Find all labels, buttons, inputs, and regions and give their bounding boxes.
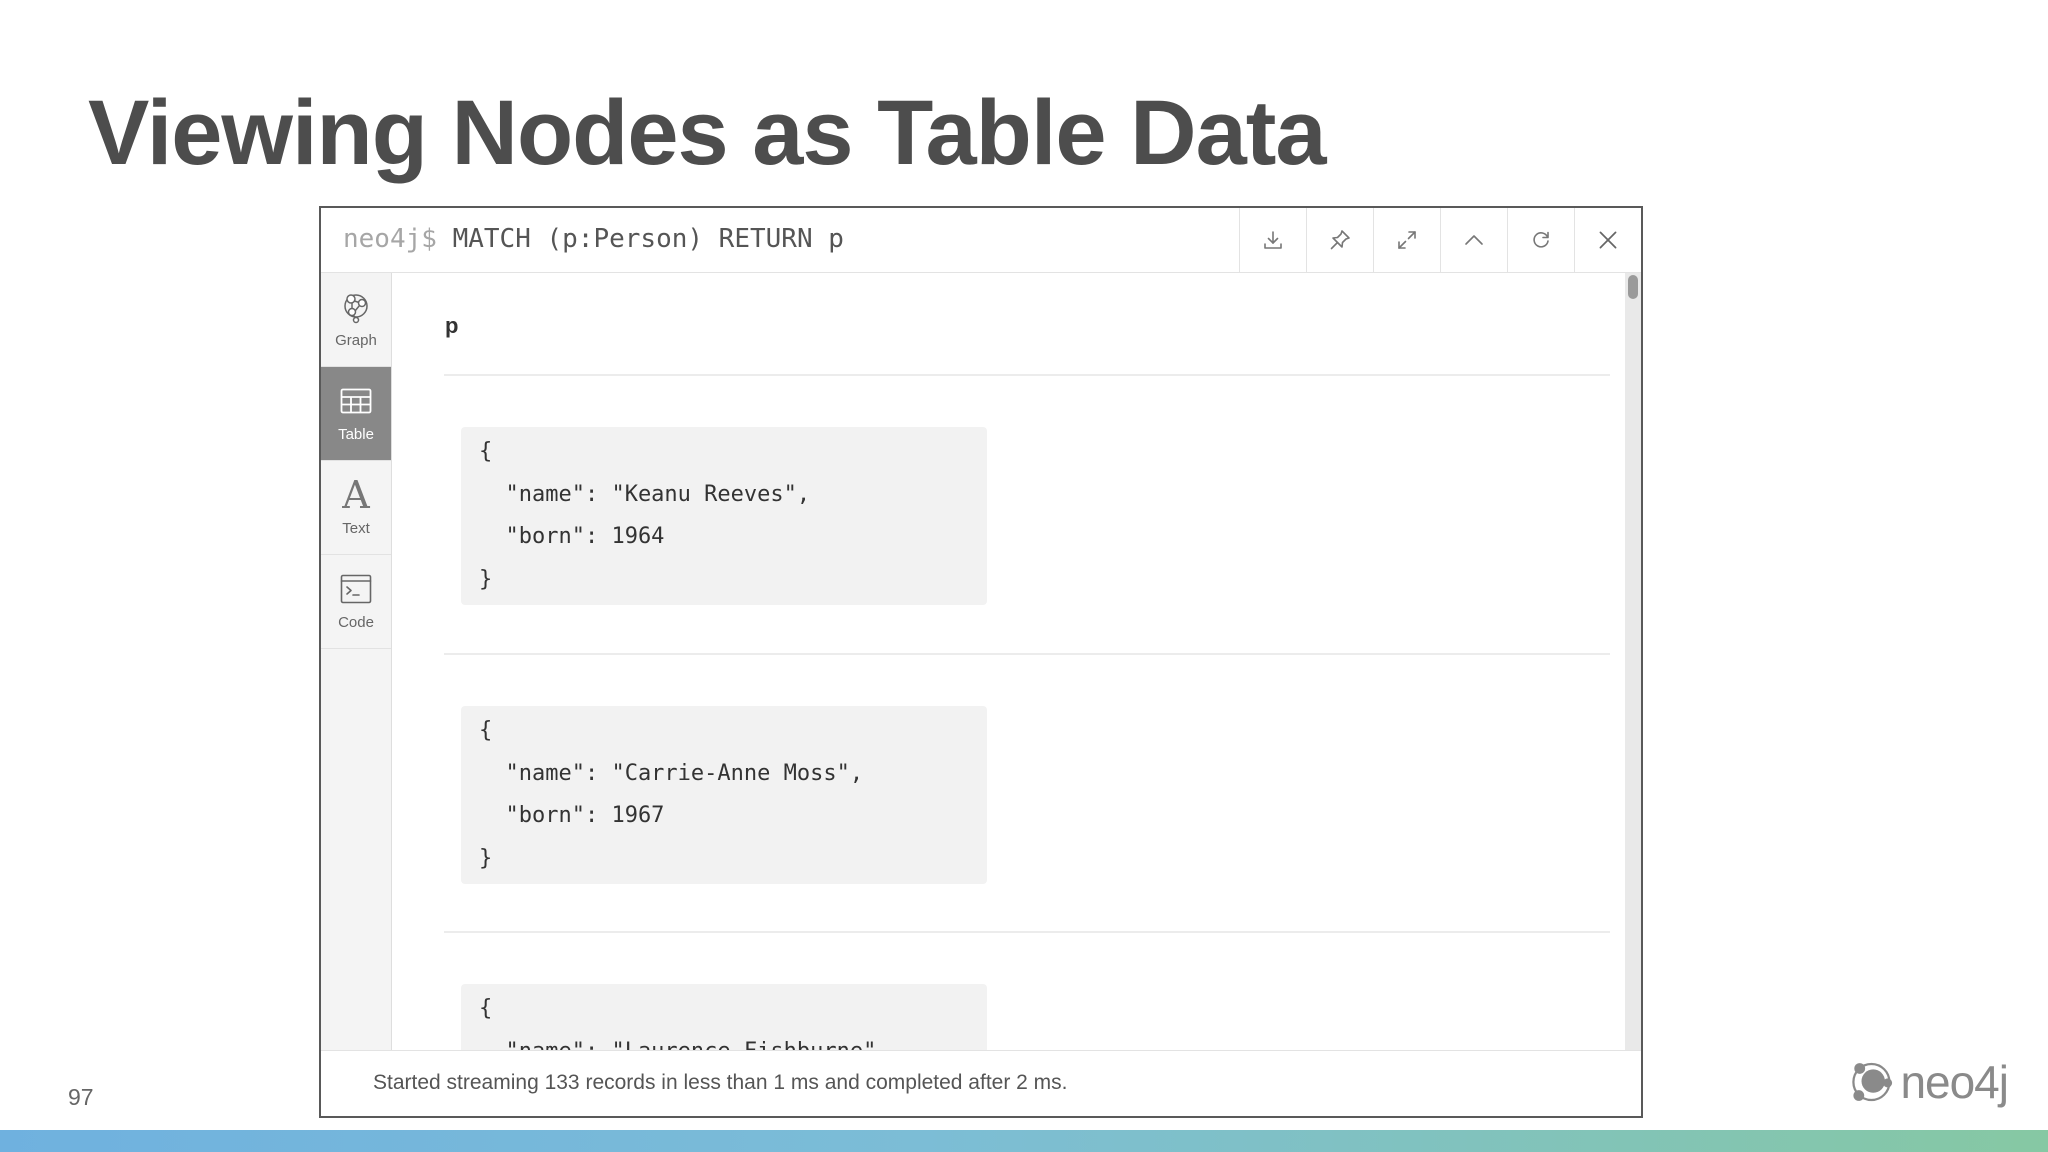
sidebar-item-label: Graph [335,332,377,349]
column-header: p [445,313,459,338]
record-name-line: "name": "Keanu Reeves", [479,481,811,507]
neo4j-logo-icon [1852,1062,1893,1102]
status-text: Started streaming 133 records in less th… [373,1071,1068,1094]
sidebar-item-graph[interactable]: Graph [321,273,391,367]
sidebar-item-code[interactable]: Code [321,555,391,649]
record-open-brace: { [479,718,493,743]
view-sidebar: Graph Table A Text Code [321,273,392,1051]
download-button[interactable] [1239,208,1306,272]
bottom-color-band [0,1130,2048,1152]
rerun-icon [1533,231,1549,248]
table-view: p { "name": "Keanu Reeves", "born": 1964… [392,273,1625,1051]
frame-actions [1239,208,1641,272]
record-born-line: "born": 1967 [479,803,665,828]
result-frame: neo4j$ MATCH (p:Person) RETURN p Graph T… [319,206,1643,1118]
expand-icon [1398,231,1416,249]
table-row: { "name": "Keanu Reeves", "born": 1964 } [461,427,987,605]
rerun-button[interactable] [1507,208,1574,272]
slide-title: Viewing Nodes as Table Data [88,82,1327,184]
close-icon [1599,231,1617,249]
table-row: { "name": "Carrie-Anne Moss", "born": 19… [461,706,987,884]
results-scrollbar[interactable] [1625,273,1641,1051]
record-open-brace: { [479,439,493,464]
record-close-brace: } [479,566,493,592]
record-name-line: "name": "Laurence Fishburne", [479,1038,890,1052]
frame-header: neo4j$ MATCH (p:Person) RETURN p [321,208,1641,273]
sidebar-item-table[interactable]: Table [321,367,391,461]
download-icon [1264,231,1282,249]
record-born-line: "born": 1964 [479,524,665,549]
query-text[interactable]: MATCH (p:Person) RETURN p [453,224,844,254]
graph-icon [339,290,373,324]
close-button[interactable] [1574,208,1641,272]
page-number: 97 [68,1084,94,1110]
status-bar: Started streaming 133 records in less th… [321,1050,1641,1116]
code-icon [339,572,373,606]
text-icon: A [342,473,370,517]
pin-button[interactable] [1306,208,1373,272]
table-divider [444,931,1610,933]
neo4j-logo: neo4j [1848,1050,2009,1114]
scrollbar-thumb[interactable] [1628,275,1638,299]
sidebar-item-text[interactable]: A Text [321,461,391,555]
table-divider [444,653,1610,655]
logo-text: neo4j [1900,1056,2009,1108]
table-row: { "name": "Laurence Fishburne", [461,984,987,1051]
record-open-brace: { [479,996,493,1021]
sidebar-item-label: Table [338,426,374,443]
sidebar-item-label: Text [342,520,370,537]
query-prompt: neo4j$ [343,224,437,254]
query-editor[interactable]: neo4j$ MATCH (p:Person) RETURN p [343,224,844,254]
collapse-button[interactable] [1440,208,1507,272]
sidebar-item-label: Code [338,614,374,631]
table-icon [339,384,373,418]
collapse-icon [1465,235,1483,245]
table-divider [444,374,1610,376]
fullscreen-button[interactable] [1373,208,1440,272]
pin-icon [1330,230,1350,250]
record-name-line: "name": "Carrie-Anne Moss", [479,760,864,786]
record-close-brace: } [479,845,493,871]
